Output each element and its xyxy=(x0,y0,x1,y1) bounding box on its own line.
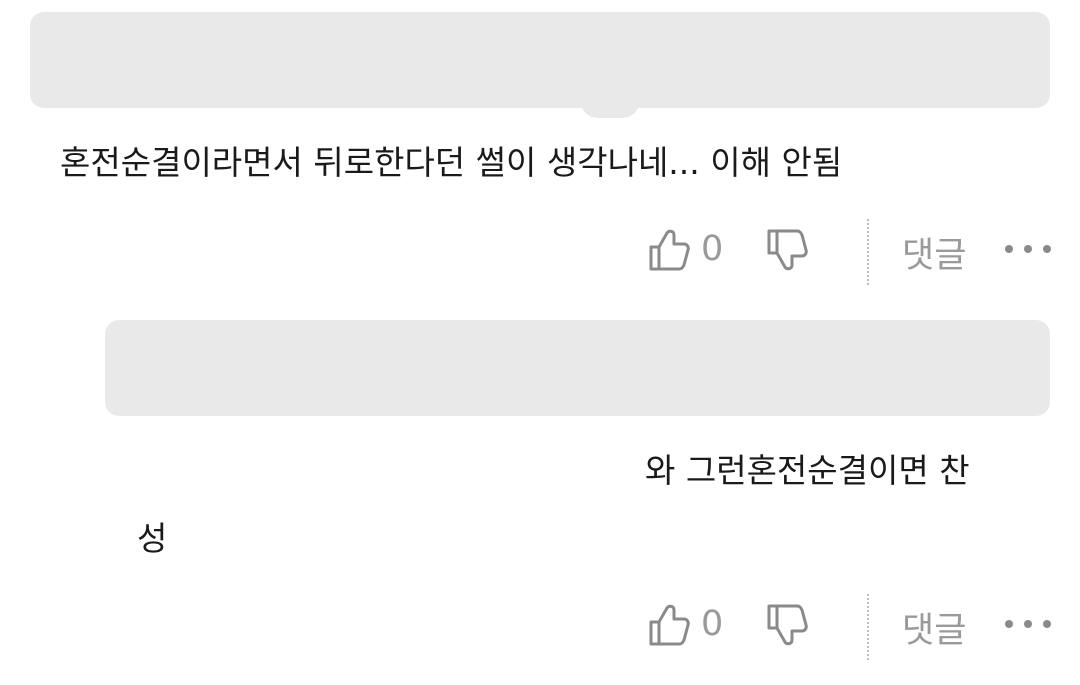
thumbs-up-icon[interactable] xyxy=(645,602,691,648)
like-count: 0 xyxy=(701,229,724,269)
reply-text-line-2: 성 xyxy=(137,519,168,558)
more-options-icon[interactable] xyxy=(1005,239,1051,259)
comment-header-placeholder xyxy=(30,12,1050,118)
reply-header-placeholder xyxy=(105,320,1050,416)
thumbs-up-icon[interactable] xyxy=(645,227,691,273)
like-count: 0 xyxy=(701,604,724,644)
reply-actions: 0 댓글 xyxy=(645,594,1055,660)
comment-actions: 0 댓글 xyxy=(645,219,1055,285)
action-divider xyxy=(867,594,869,660)
reply-button[interactable]: 댓글 xyxy=(902,602,966,653)
action-divider xyxy=(867,219,869,285)
comment-text: 혼전순결이라면서 뒤로한다던 썰이 생각나네... 이해 안됨 xyxy=(60,143,843,182)
thumbs-down-icon[interactable] xyxy=(763,227,809,273)
more-options-icon[interactable] xyxy=(1005,614,1051,634)
reply-text-line-1: 와 그런혼전순결이면 찬 xyxy=(645,451,970,490)
thumbs-down-icon[interactable] xyxy=(763,602,809,648)
reply-button[interactable]: 댓글 xyxy=(902,227,966,278)
